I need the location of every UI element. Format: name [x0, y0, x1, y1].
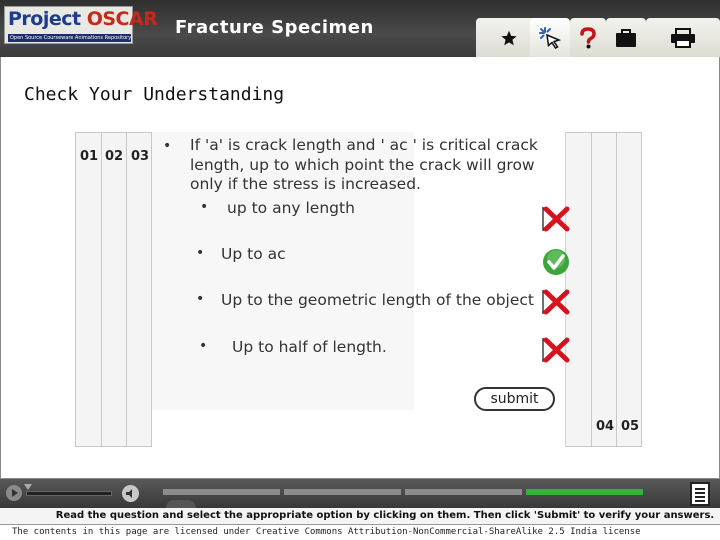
tab-interactive[interactable]	[530, 18, 570, 57]
option-3[interactable]: Up to the geometric length of the object	[221, 291, 534, 309]
back-arrow-button[interactable]	[166, 500, 196, 508]
question-tab-05[interactable]: 05	[621, 419, 639, 434]
logo-word-project: Project	[8, 8, 81, 30]
option-bullet: •	[200, 199, 209, 215]
play-icon	[12, 489, 18, 497]
notes-document-icon[interactable]	[690, 482, 710, 506]
section-title: Check Your Understanding	[24, 84, 285, 105]
progress-segment-current	[526, 489, 643, 495]
wrong-mark-icon	[542, 337, 570, 363]
seek-bar[interactable]	[26, 491, 112, 496]
progress-segment	[405, 489, 522, 495]
toolbar-tabs	[470, 18, 720, 57]
question-icon	[580, 26, 596, 48]
volume-button[interactable]	[122, 485, 139, 502]
tab-divider	[616, 132, 617, 447]
tab-divider	[151, 132, 152, 447]
tab-divider	[126, 132, 127, 447]
logo-word-oscar: OSCAR	[86, 8, 158, 30]
cursor-click-icon	[539, 26, 562, 49]
wrong-mark-icon	[542, 289, 570, 315]
submit-button[interactable]: submit	[474, 387, 555, 411]
page-title: Fracture Specimen	[175, 17, 374, 38]
option-4[interactable]: Up to half of length.	[232, 338, 387, 356]
briefcase-icon	[616, 28, 636, 47]
progress-segment	[284, 489, 401, 495]
printer-icon	[671, 27, 695, 48]
progress-segment	[163, 489, 280, 495]
project-oscar-logo: Project OSCAR Open Source Courseware Ani…	[4, 6, 158, 44]
seek-handle[interactable]	[24, 484, 32, 490]
star-icon	[501, 30, 517, 45]
question-tab-02[interactable]: 02	[105, 149, 123, 164]
question-text: If 'a' is crack length and ' ac ' is cri…	[190, 136, 538, 193]
option-2[interactable]: Up to ac	[221, 245, 286, 263]
question-tab-01[interactable]: 01	[80, 149, 98, 164]
question-tab-04[interactable]: 04	[596, 419, 614, 434]
option-bullet: •	[199, 338, 208, 354]
option-bullet: •	[196, 291, 205, 307]
wrong-mark-icon	[542, 206, 570, 232]
logo-tagline: Open Source Courseware Animations Reposi…	[8, 34, 131, 42]
question-tab-03[interactable]: 03	[131, 149, 149, 164]
speaker-icon	[126, 489, 132, 498]
option-1[interactable]: up to any length	[227, 199, 355, 217]
tab-divider	[101, 132, 102, 447]
tab-help[interactable]	[570, 18, 606, 57]
tab-divider	[591, 132, 592, 447]
question-bullet: •	[163, 138, 172, 154]
tab-print[interactable]	[646, 18, 720, 57]
license-text: The contents in this page are licensed u…	[0, 524, 720, 540]
option-bullet: •	[196, 245, 205, 261]
instruction-text: Read the question and select the appropr…	[0, 508, 720, 524]
correct-mark-icon	[543, 249, 569, 275]
play-button[interactable]	[6, 485, 22, 501]
tab-resources[interactable]	[606, 18, 646, 57]
